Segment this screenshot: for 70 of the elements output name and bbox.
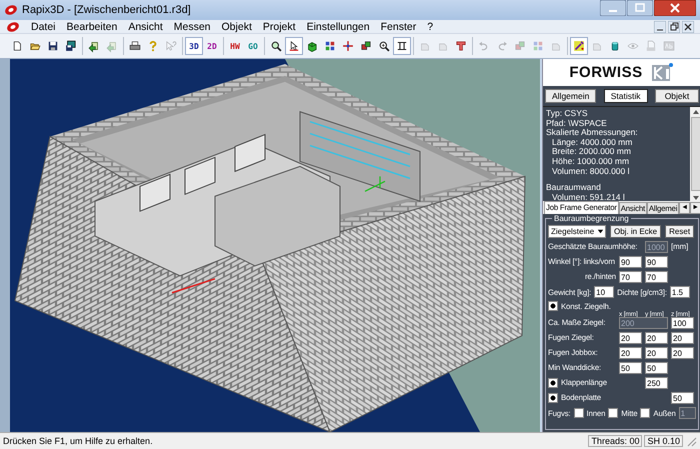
- wrench-icon[interactable]: [570, 37, 588, 55]
- info-line: Skalierte Abmessungen:: [546, 128, 639, 138]
- maximize-button[interactable]: [627, 0, 653, 16]
- material-dropdown[interactable]: Ziegelsteine: [548, 225, 606, 238]
- view-mode-button[interactable]: HW: [226, 37, 244, 55]
- resize-grip-icon[interactable]: [685, 435, 697, 447]
- input-field[interactable]: 90: [645, 256, 668, 268]
- view-mode-button[interactable]: GO: [244, 37, 262, 55]
- dropdown-caret-icon: [596, 227, 605, 236]
- scrollbar[interactable]: [690, 107, 700, 201]
- menu-item[interactable]: Messen: [174, 20, 211, 32]
- input-field[interactable]: 250: [645, 376, 668, 388]
- input-field[interactable]: 10: [594, 286, 614, 298]
- input-field[interactable]: 20: [619, 332, 642, 344]
- menu-item[interactable]: Objekt: [222, 20, 252, 32]
- info-line: Breite: 2000.000 mm: [551, 147, 632, 157]
- input-field[interactable]: 20: [671, 346, 694, 358]
- input-field[interactable]: 20: [645, 332, 668, 344]
- scroll-up-icon[interactable]: [692, 109, 700, 115]
- menu-item[interactable]: Bearbeiten: [66, 20, 118, 32]
- status-message: Drücken Sie F1, um Hilfe zu erhalten.: [3, 436, 154, 446]
- info-line: Volumen: 8000.000 l: [551, 166, 631, 176]
- input-field[interactable]: 70: [645, 270, 668, 282]
- input-field[interactable]: 20: [645, 346, 668, 358]
- minimize-button[interactable]: [600, 0, 626, 16]
- reset-button[interactable]: Reset: [665, 225, 694, 238]
- view-mode-button[interactable]: 3D: [185, 37, 203, 55]
- info-line: Länge: 4000.000 mm: [551, 138, 632, 148]
- info-line: Höhe: 1000.000 mm: [551, 156, 630, 167]
- checkbox[interactable]: [548, 392, 558, 402]
- info-line: Volumen: 591.214 l: [551, 192, 626, 202]
- view-mode-button[interactable]: 2D: [203, 37, 221, 55]
- menu-item[interactable]: Einstellungen: [306, 20, 370, 32]
- panel-button[interactable]: Statistik: [604, 89, 648, 103]
- group-title: Bauraumbegrenzung: [552, 214, 631, 223]
- cursor-icon[interactable]: [285, 37, 303, 55]
- input-field[interactable]: 50: [671, 392, 694, 404]
- app-logo-icon: [4, 3, 18, 17]
- close-button[interactable]: [654, 0, 696, 16]
- panel-button[interactable]: Allgemein: [545, 89, 596, 103]
- menu-item[interactable]: Ansicht: [128, 20, 163, 32]
- restore-icon[interactable]: [668, 20, 680, 32]
- menu-item[interactable]: Fenster: [380, 20, 416, 32]
- menu-item[interactable]: Projekt: [262, 20, 296, 32]
- checkbox[interactable]: [548, 301, 558, 311]
- corner-button[interactable]: Obj. in Ecke: [610, 225, 662, 238]
- input-field[interactable]: 1.5: [670, 286, 690, 298]
- logo-icon: [650, 62, 675, 84]
- checkbox[interactable]: [548, 378, 558, 388]
- info-line: Pfad: \WSPACE: [546, 118, 608, 128]
- input-field[interactable]: 90: [619, 256, 642, 268]
- panel-button[interactable]: Objekt: [654, 89, 699, 103]
- info-line: Typ: CSYS: [546, 109, 589, 119]
- app-logo-icon[interactable]: [6, 20, 20, 34]
- input-field[interactable]: 20: [671, 332, 694, 344]
- dimension-icon[interactable]: [393, 37, 411, 55]
- input-field[interactable]: 20: [619, 346, 642, 358]
- close-icon[interactable]: [682, 20, 694, 32]
- menu-item[interactable]: Datei: [31, 20, 56, 32]
- logo-text: FORWISS: [569, 64, 643, 81]
- input-field[interactable]: 50: [645, 362, 668, 374]
- input-field[interactable]: 70: [619, 270, 642, 282]
- input-field[interactable]: 50: [619, 362, 642, 374]
- status-pane: SH 0.10: [644, 435, 683, 447]
- input-field[interactable]: 100: [671, 316, 694, 328]
- menu-item[interactable]: ?: [427, 20, 434, 32]
- info-line: Bauraumwand: [546, 183, 602, 193]
- window-title: Rapix3D - [Zwischenbericht01.r3d]: [22, 4, 191, 16]
- status-pane: Threads: 00: [588, 435, 642, 447]
- minimize-icon[interactable]: [654, 20, 666, 32]
